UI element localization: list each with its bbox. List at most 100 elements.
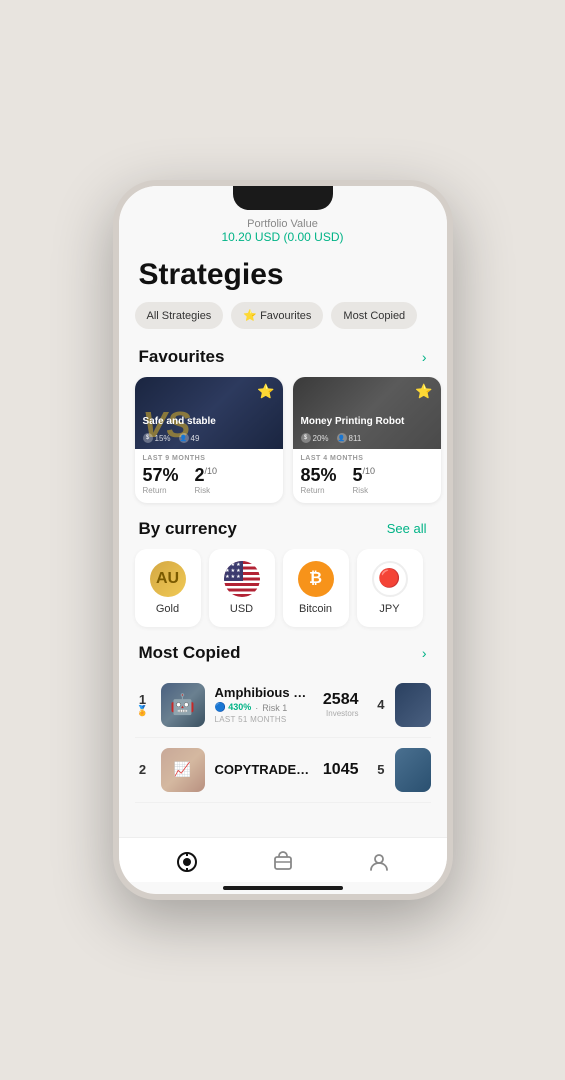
fav-period-2: LAST 4 MONTHS bbox=[301, 455, 433, 462]
fav-card-2-stats: LAST 4 MONTHS 85% Return 5/10 Risk bbox=[293, 449, 441, 503]
currency-gold[interactable]: AU Gold bbox=[135, 549, 201, 627]
fav-return-value-2: 85% bbox=[301, 466, 337, 486]
fav-card-2-name: Money Printing Robot bbox=[301, 416, 405, 427]
copytrader-thumb: 📈 bbox=[161, 748, 205, 792]
copied-row-1[interactable]: 1 🏅 🤖 Amphibious Robot Min 🔵 430% · bbox=[135, 673, 431, 738]
next-thumb-2 bbox=[395, 748, 431, 792]
copied-name-1: Amphibious Robot Min bbox=[215, 685, 313, 700]
fav-meta-return: $ 15% bbox=[143, 433, 171, 443]
fav-card-1[interactable]: VS ⭐ Safe and stable $ 15% 👤 49 bbox=[135, 377, 283, 503]
favourites-section-header: Favourites › bbox=[119, 343, 447, 377]
favourites-chevron[interactable]: › bbox=[422, 349, 427, 365]
fav-card-2-image: ⭐ Money Printing Robot $ 20% 👤 811 bbox=[293, 377, 441, 449]
notch bbox=[233, 186, 333, 210]
copied-period-1: LAST 51 MONTHS bbox=[215, 715, 313, 724]
fav-risk-label-2: Risk bbox=[353, 486, 376, 495]
currency-bitcoin[interactable]: ₿ Bitcoin bbox=[283, 549, 349, 627]
currency-jpy[interactable]: 🔴 JPY bbox=[357, 549, 423, 627]
investors-num-2: 1045 bbox=[323, 761, 359, 779]
fav-star-1: ⭐ bbox=[257, 383, 274, 400]
fav-return-1: 57% Return bbox=[143, 466, 179, 495]
tab-all-strategies[interactable]: All Strategies bbox=[135, 302, 224, 329]
profile-icon bbox=[367, 850, 391, 874]
investors-label-1: Investors bbox=[323, 709, 359, 718]
most-copied-header: Most Copied › bbox=[119, 639, 447, 673]
nav-profile[interactable] bbox=[355, 846, 403, 878]
copied-sub-1: 🔵 430% · Risk 1 bbox=[215, 702, 313, 713]
fav-return-2: 85% Return bbox=[301, 466, 337, 495]
copied-info-2: COPYTRADER ATC bbox=[215, 762, 313, 777]
investors-num-1: 2584 bbox=[323, 691, 359, 709]
gold-label: Gold bbox=[156, 603, 179, 615]
fav-card-1-meta: $ 15% 👤 49 bbox=[143, 433, 200, 443]
strategies-icon bbox=[175, 850, 199, 874]
fav-risk-value-2: 5/10 bbox=[353, 466, 376, 486]
fav-meta-investors-2: 👤 811 bbox=[337, 433, 362, 443]
rank-2: 2 bbox=[135, 763, 151, 776]
most-copied-title: Most Copied bbox=[139, 643, 241, 663]
copied-row-2[interactable]: 2 📈 COPYTRADER ATC 1045 5 bbox=[135, 738, 431, 803]
fav-numbers-2: 85% Return 5/10 Risk bbox=[301, 466, 433, 495]
tab-most-copied[interactable]: Most Copied bbox=[331, 302, 417, 329]
jpy-label: JPY bbox=[379, 603, 399, 615]
currency-usd[interactable]: ★★★★★★★★★ USD bbox=[209, 549, 275, 627]
dollar-icon: $ bbox=[143, 433, 153, 443]
favourites-title: Favourites bbox=[139, 347, 225, 367]
fav-star-2: ⭐ bbox=[415, 383, 432, 400]
most-copied-chevron[interactable]: › bbox=[422, 645, 427, 661]
fav-card-1-image: VS ⭐ Safe and stable $ 15% 👤 49 bbox=[135, 377, 283, 449]
currency-grid: AU Gold ★★★★★★★★★ USD bbox=[119, 549, 447, 639]
investors-2: 1045 bbox=[323, 761, 359, 779]
scroll-padding bbox=[119, 811, 447, 827]
scroll-content: Portfolio Value 10.20 USD (0.00 USD) Str… bbox=[119, 186, 447, 837]
home-indicator bbox=[223, 886, 343, 890]
rank-right-1: 4 bbox=[369, 697, 385, 712]
screen: Portfolio Value 10.20 USD (0.00 USD) Str… bbox=[119, 186, 447, 894]
fav-card-2-meta: $ 20% 👤 811 bbox=[301, 433, 362, 443]
filter-tabs: All Strategies ⭐ Favourites Most Copied bbox=[119, 302, 447, 343]
portfolio-title: Portfolio Value bbox=[135, 218, 431, 230]
fav-card-2[interactable]: ⭐ Money Printing Robot $ 20% 👤 811 bbox=[293, 377, 441, 503]
nav-portfolio[interactable] bbox=[259, 846, 307, 878]
rank-right-2: 5 bbox=[369, 762, 385, 777]
tab-favourites[interactable]: ⭐ Favourites bbox=[231, 302, 323, 329]
currency-section-header: By currency See all bbox=[119, 515, 447, 549]
rank-icon-1: 🏅 bbox=[136, 706, 148, 717]
nav-strategies[interactable] bbox=[163, 846, 211, 878]
most-copied-list: 1 🏅 🤖 Amphibious Robot Min 🔵 430% · bbox=[119, 673, 447, 811]
usd-label: USD bbox=[230, 603, 253, 615]
fav-risk-1: 2/10 Risk bbox=[195, 466, 218, 495]
fav-meta-return-2: $ 20% bbox=[301, 433, 329, 443]
usd-icon: ★★★★★★★★★ bbox=[224, 561, 260, 597]
fav-return-label-1: Return bbox=[143, 486, 179, 495]
bitcoin-label: Bitcoin bbox=[299, 603, 332, 615]
fav-risk-label-1: Risk bbox=[195, 486, 218, 495]
see-all-link[interactable]: See all bbox=[387, 521, 427, 536]
fav-card-1-stats: LAST 9 MONTHS 57% Return 2/10 Risk bbox=[135, 449, 283, 503]
favourites-cards: VS ⭐ Safe and stable $ 15% 👤 49 bbox=[119, 377, 447, 515]
fav-return-value-1: 57% bbox=[143, 466, 179, 486]
fav-risk-value-1: 2/10 bbox=[195, 466, 218, 486]
person-icon-2: 👤 bbox=[337, 433, 347, 443]
next-thumb-1 bbox=[395, 683, 431, 727]
fav-meta-investors: 👤 49 bbox=[179, 433, 200, 443]
thumbnail-1: 🤖 bbox=[161, 683, 205, 727]
person-icon-1: 👤 bbox=[179, 433, 189, 443]
phone-frame: Portfolio Value 10.20 USD (0.00 USD) Str… bbox=[113, 180, 453, 900]
bitcoin-icon: ₿ bbox=[298, 561, 334, 597]
dollar-icon-2: $ bbox=[301, 433, 311, 443]
robot-thumb: 🤖 bbox=[161, 683, 205, 727]
page-title: Strategies bbox=[119, 252, 447, 302]
return-pct-1: 🔵 430% bbox=[215, 702, 252, 713]
copied-name-2: COPYTRADER ATC bbox=[215, 762, 313, 777]
fav-period-1: LAST 9 MONTHS bbox=[143, 455, 275, 462]
investors-1: 2584 Investors bbox=[323, 691, 359, 718]
fav-numbers-1: 57% Return 2/10 Risk bbox=[143, 466, 275, 495]
rank-1: 1 🏅 bbox=[135, 693, 151, 717]
bottom-nav bbox=[119, 837, 447, 882]
header: Portfolio Value 10.20 USD (0.00 USD) bbox=[119, 214, 447, 252]
currency-title: By currency bbox=[139, 519, 237, 539]
fav-risk-2: 5/10 Risk bbox=[353, 466, 376, 495]
portfolio-icon bbox=[271, 850, 295, 874]
copied-info-1: Amphibious Robot Min 🔵 430% · Risk 1 LAS… bbox=[215, 685, 313, 724]
